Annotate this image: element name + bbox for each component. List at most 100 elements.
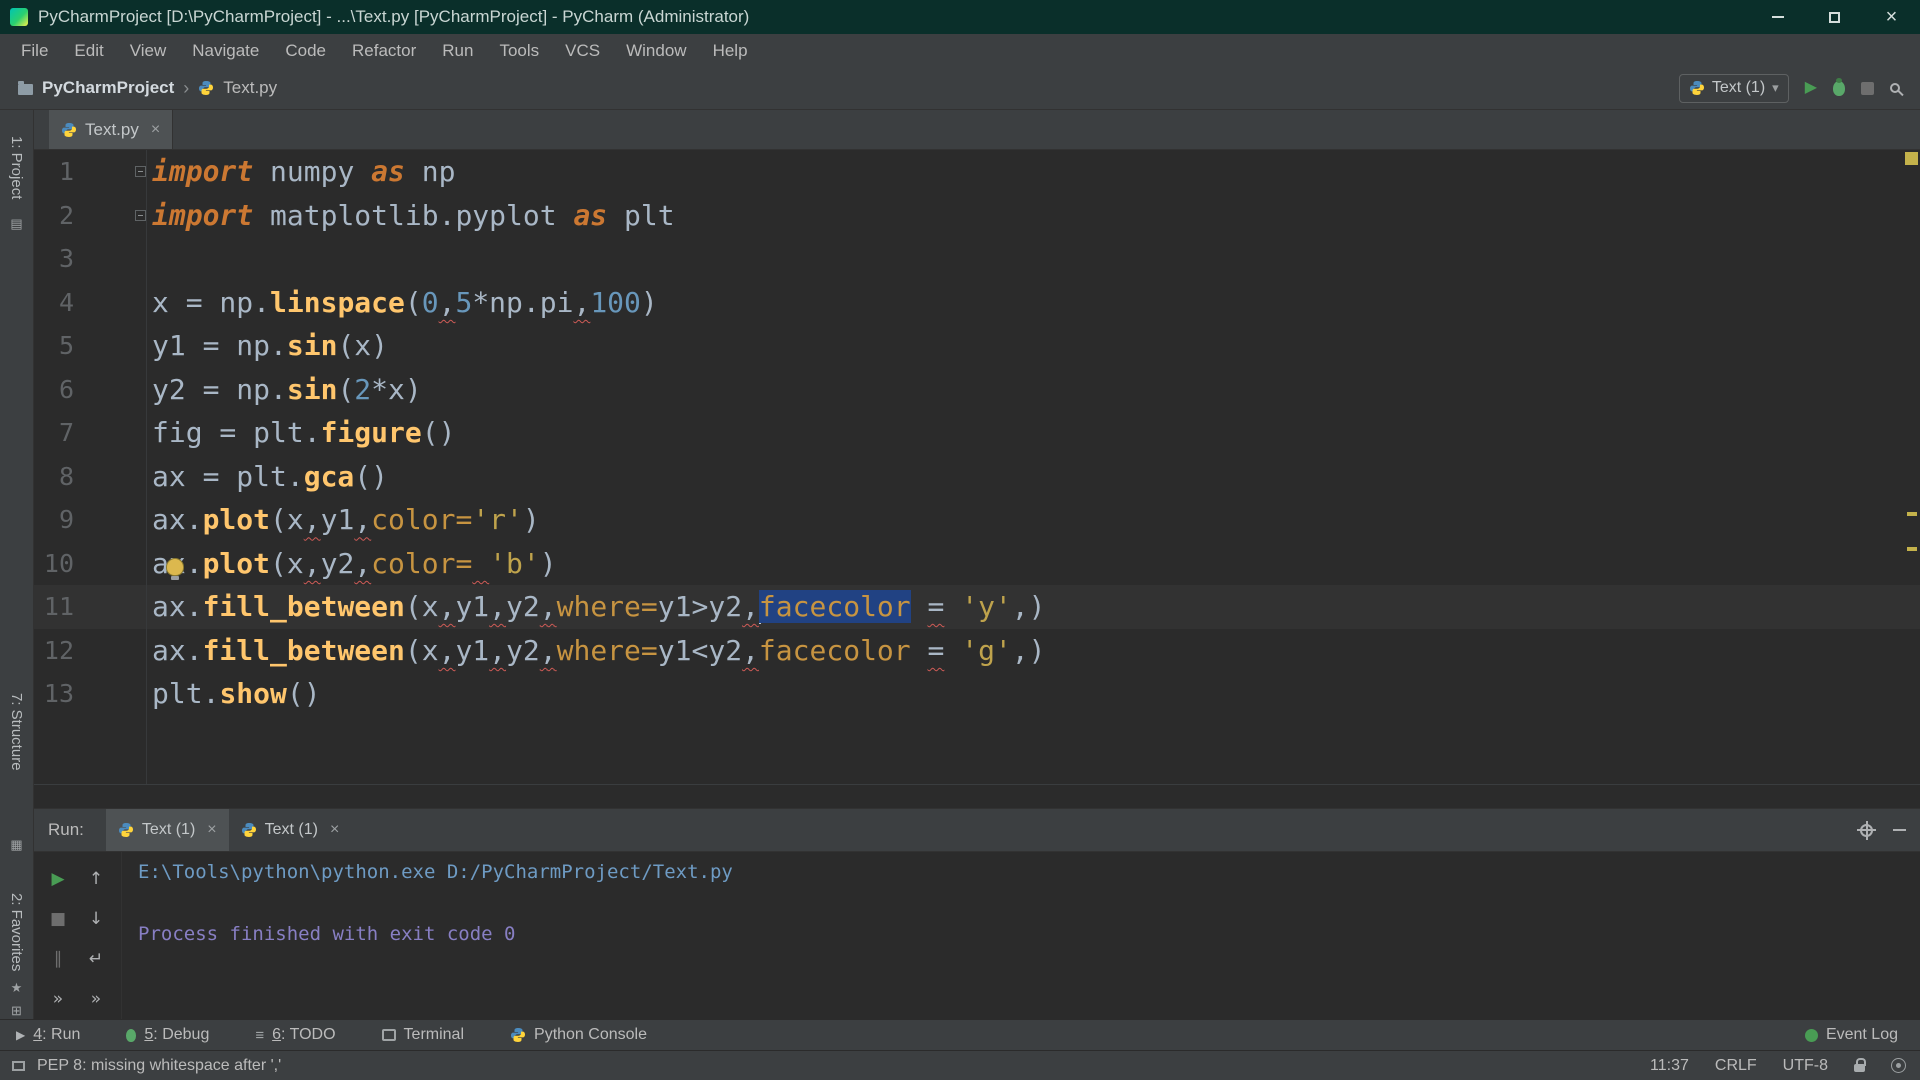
code-text: fig = plt.figure() <box>152 416 455 449</box>
menu-refactor[interactable]: Refactor <box>339 41 429 61</box>
collapse-all-icon[interactable]: » <box>91 989 101 1009</box>
sidebar-item-favorites[interactable]: 2: Favorites <box>8 893 25 971</box>
inspection-status-icon[interactable] <box>1905 152 1918 165</box>
toolwindow-debug[interactable]: 5: Debug <box>126 1026 209 1044</box>
line-separator-widget[interactable]: CRLF <box>1715 1057 1757 1075</box>
code-token: as <box>371 155 405 188</box>
code-line[interactable]: 6y2 = np.sin(2*x) <box>34 368 1920 412</box>
intention-bulb-icon[interactable] <box>166 558 184 576</box>
minimize-icon <box>1772 16 1784 18</box>
stop-button[interactable] <box>1861 82 1874 95</box>
menu-vcs[interactable]: VCS <box>552 41 613 61</box>
editor-column: Text.py × 1import numpy as np2import mat… <box>34 110 1920 1019</box>
minimize-button[interactable] <box>1749 0 1806 34</box>
tab-textpy[interactable]: Text.py × <box>49 110 173 149</box>
code-token <box>944 634 961 667</box>
code-token: , <box>439 286 456 319</box>
caret-position-widget[interactable]: 11:37 <box>1650 1057 1689 1075</box>
code-token: fill_between <box>203 634 405 667</box>
fold-marker-icon[interactable] <box>135 210 146 221</box>
code-text: ax = plt.gca() <box>152 460 388 493</box>
console-output[interactable]: E:\Tools\python\python.exe D:/PyCharmPro… <box>122 852 1920 1019</box>
toolwindow-todo[interactable]: ≡ 6: TODO <box>255 1026 335 1044</box>
run-tab-close-icon[interactable]: × <box>326 821 339 839</box>
menu-tools[interactable]: Tools <box>486 41 552 61</box>
menu-code[interactable]: Code <box>272 41 339 61</box>
run-configuration-select[interactable]: Text (1) ▾ <box>1679 74 1789 103</box>
code-line[interactable]: 9ax.plot(x,y1,color='r') <box>34 498 1920 542</box>
breadcrumb-project[interactable]: PyCharmProject <box>42 78 174 98</box>
stop-icon[interactable]: ■ <box>50 909 66 929</box>
scroll-down-icon[interactable]: ↓ <box>89 909 103 929</box>
sidebar-item-project[interactable]: 1: Project <box>8 136 25 199</box>
gutter-fold-area[interactable] <box>74 166 152 177</box>
code-token: y1 <box>455 634 489 667</box>
toolwindow-terminal[interactable]: Terminal <box>382 1026 464 1044</box>
code-line[interactable]: 5y1 = np.sin(x) <box>34 324 1920 368</box>
search-everywhere-icon[interactable] <box>1890 83 1900 93</box>
code-token <box>944 590 961 623</box>
code-token: > <box>691 590 708 623</box>
error-stripe-scrollbar[interactable] <box>1903 150 1920 784</box>
run-configuration-label: Text (1) <box>1712 79 1765 97</box>
event-log-button[interactable]: Event Log <box>1805 1026 1898 1044</box>
fold-marker-icon[interactable] <box>135 166 146 177</box>
code-line[interactable]: 8ax = plt.gca() <box>34 455 1920 499</box>
console-line <box>138 888 1920 919</box>
toolwindow-python-console[interactable]: Python Console <box>510 1026 647 1044</box>
code-token: y2 = np. <box>152 373 287 406</box>
menu-view[interactable]: View <box>117 41 180 61</box>
warning-stripe-mark[interactable] <box>1907 512 1917 516</box>
warning-stripe-mark[interactable] <box>1907 547 1917 551</box>
code-token: () <box>422 416 456 449</box>
inspections-profile-icon[interactable] <box>1891 1058 1906 1073</box>
menu-file[interactable]: File <box>8 41 61 61</box>
code-line[interactable]: 11ax.fill_between(x,y1,y2,where=y1>y2,fa… <box>34 585 1920 629</box>
soft-wrap-icon[interactable]: ↵ <box>89 949 103 969</box>
toolwindow-run[interactable]: ▶ 4: Run <box>16 1026 80 1044</box>
gear-icon[interactable] <box>1860 824 1873 837</box>
menu-navigate[interactable]: Navigate <box>179 41 272 61</box>
expand-all-icon[interactable]: » <box>53 989 63 1009</box>
run-tab-1[interactable]: Text (1) × <box>106 809 229 851</box>
menu-run[interactable]: Run <box>429 41 486 61</box>
run-button[interactable]: ▶ <box>1805 80 1817 96</box>
code-editor[interactable]: 1import numpy as np2import matplotlib.py… <box>34 150 1920 808</box>
pause-output-icon[interactable]: ∥ <box>54 949 63 969</box>
code-line[interactable]: 1import numpy as np <box>34 150 1920 194</box>
code-line[interactable]: 3 <box>34 237 1920 281</box>
menu-help[interactable]: Help <box>700 41 761 61</box>
debug-button[interactable] <box>1833 81 1845 96</box>
editor-bottom-divider <box>34 784 1920 785</box>
code-token: , <box>1012 634 1029 667</box>
gutter-fold-area[interactable] <box>74 210 152 221</box>
rerun-icon[interactable]: ▶ <box>51 869 64 889</box>
maximize-button[interactable] <box>1806 0 1863 34</box>
code-token: , <box>354 503 371 536</box>
code-line[interactable]: 7fig = plt.figure() <box>34 411 1920 455</box>
run-tab-label: Text (1) <box>142 821 195 839</box>
menu-edit[interactable]: Edit <box>61 41 116 61</box>
code-line[interactable]: 2import matplotlib.pyplot as plt <box>34 194 1920 238</box>
code-line[interactable]: 10ax.plot(x,y2,color= 'b') <box>34 542 1920 586</box>
code-line[interactable]: 12ax.fill_between(x,y1,y2,where=y1<y2,fa… <box>34 629 1920 673</box>
code-line[interactable]: 13plt.show() <box>34 672 1920 716</box>
menu-window[interactable]: Window <box>613 41 699 61</box>
scroll-up-icon[interactable]: ↑ <box>89 869 103 889</box>
code-token: , <box>439 590 456 623</box>
toolwindow-label: : Debug <box>153 1026 209 1043</box>
hide-toolwindow-icon[interactable] <box>1893 829 1906 831</box>
tab-close-icon[interactable]: × <box>147 121 160 139</box>
close-button[interactable]: × <box>1863 0 1920 34</box>
run-tab-close-icon[interactable]: × <box>203 821 216 839</box>
breadcrumb-file[interactable]: Text.py <box>223 78 277 98</box>
toolwindow-label: Terminal <box>404 1026 464 1044</box>
toolwindow-quick-access-icon[interactable] <box>12 1061 25 1071</box>
encoding-widget[interactable]: UTF-8 <box>1783 1057 1828 1075</box>
sidebar-item-structure[interactable]: 7: Structure <box>8 693 25 771</box>
lock-icon[interactable] <box>1854 1064 1865 1072</box>
run-tab-2[interactable]: Text (1) × <box>229 809 352 851</box>
code-token: gca <box>304 460 355 493</box>
code-line[interactable]: 4x = np.linspace(0,5*np.pi,100) <box>34 281 1920 325</box>
line-number: 10 <box>34 549 74 578</box>
